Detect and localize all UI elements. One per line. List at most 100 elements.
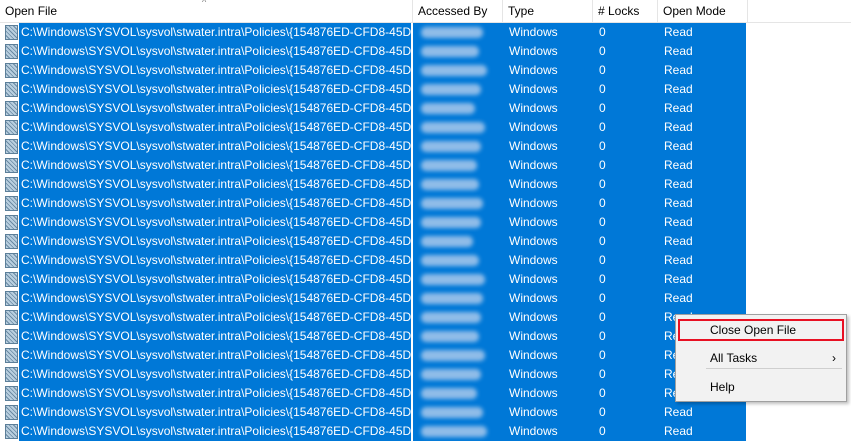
open-mode-cell: Read	[658, 61, 746, 80]
table-row[interactable]: C:\Windows\SYSVOL\sysvol\stwater.intra\P…	[0, 213, 851, 232]
file-icon	[5, 101, 18, 116]
open-file-path: C:\Windows\SYSVOL\sysvol\stwater.intra\P…	[19, 61, 411, 80]
file-icon	[5, 120, 18, 135]
file-icon	[5, 348, 18, 363]
file-icon	[5, 329, 18, 344]
table-row[interactable]: C:\Windows\SYSVOL\sysvol\stwater.intra\P…	[0, 289, 851, 308]
open-file-path: C:\Windows\SYSVOL\sysvol\stwater.intra\P…	[19, 327, 411, 346]
menu-separator	[706, 368, 842, 369]
file-icon	[5, 405, 18, 420]
table-row[interactable]: C:\Windows\SYSVOL\sysvol\stwater.intra\P…	[0, 80, 851, 99]
open-file-path: C:\Windows\SYSVOL\sysvol\stwater.intra\P…	[19, 422, 411, 441]
file-icon	[5, 253, 18, 268]
column-open-file[interactable]: Open File	[0, 0, 413, 22]
locks-cell: 0	[593, 308, 658, 327]
table-row[interactable]: C:\Windows\SYSVOL\sysvol\stwater.intra\P…	[0, 156, 851, 175]
redacted-blur	[421, 179, 479, 190]
type-cell: Windows	[503, 175, 593, 194]
open-file-path: C:\Windows\SYSVOL\sysvol\stwater.intra\P…	[19, 99, 411, 118]
open-file-path: C:\Windows\SYSVOL\sysvol\stwater.intra\P…	[19, 137, 411, 156]
menu-item-label: Help	[710, 380, 735, 394]
accessed-by-redacted	[413, 403, 503, 422]
accessed-by-redacted	[413, 232, 503, 251]
accessed-by-redacted	[413, 194, 503, 213]
all-tasks-menu-item[interactable]: All Tasks ›	[678, 347, 844, 369]
type-cell: Windows	[503, 403, 593, 422]
redacted-blur	[421, 236, 473, 247]
column-type[interactable]: Type	[503, 0, 593, 22]
locks-cell: 0	[593, 346, 658, 365]
open-file-path: C:\Windows\SYSVOL\sysvol\stwater.intra\P…	[19, 80, 411, 99]
open-mode-cell: Read	[658, 175, 746, 194]
accessed-by-redacted	[413, 327, 503, 346]
locks-cell: 0	[593, 289, 658, 308]
open-mode-cell: Read	[658, 251, 746, 270]
locks-cell: 0	[593, 23, 658, 42]
open-mode-cell: Read	[658, 232, 746, 251]
table-row[interactable]: C:\Windows\SYSVOL\sysvol\stwater.intra\P…	[0, 99, 851, 118]
accessed-by-redacted	[413, 384, 503, 403]
type-cell: Windows	[503, 118, 593, 137]
column-accessed-by[interactable]: Accessed By	[413, 0, 503, 22]
table-row[interactable]: C:\Windows\SYSVOL\sysvol\stwater.intra\P…	[0, 137, 851, 156]
open-file-path: C:\Windows\SYSVOL\sysvol\stwater.intra\P…	[19, 194, 411, 213]
accessed-by-redacted	[413, 80, 503, 99]
table-row[interactable]: C:\Windows\SYSVOL\sysvol\stwater.intra\P…	[0, 194, 851, 213]
type-cell: Windows	[503, 346, 593, 365]
type-cell: Windows	[503, 289, 593, 308]
help-menu-item[interactable]: Help	[678, 376, 844, 398]
type-cell: Windows	[503, 156, 593, 175]
file-icon	[5, 158, 18, 173]
type-cell: Windows	[503, 194, 593, 213]
redacted-blur	[421, 65, 487, 76]
open-mode-cell: Read	[658, 156, 746, 175]
open-file-path: C:\Windows\SYSVOL\sysvol\stwater.intra\P…	[19, 289, 411, 308]
file-icon	[5, 139, 18, 154]
table-row[interactable]: C:\Windows\SYSVOL\sysvol\stwater.intra\P…	[0, 118, 851, 137]
close-open-file-menu-item[interactable]: Close Open File	[678, 319, 844, 341]
type-cell: Windows	[503, 42, 593, 61]
open-file-path: C:\Windows\SYSVOL\sysvol\stwater.intra\P…	[19, 42, 411, 61]
chevron-right-icon: ›	[832, 351, 836, 365]
locks-cell: 0	[593, 270, 658, 289]
table-row[interactable]: C:\Windows\SYSVOL\sysvol\stwater.intra\P…	[0, 23, 851, 42]
table-row[interactable]: C:\Windows\SYSVOL\sysvol\stwater.intra\P…	[0, 232, 851, 251]
table-row[interactable]: C:\Windows\SYSVOL\sysvol\stwater.intra\P…	[0, 403, 851, 422]
open-mode-cell: Read	[658, 422, 746, 441]
locks-cell: 0	[593, 194, 658, 213]
locks-cell: 0	[593, 156, 658, 175]
locks-cell: 0	[593, 99, 658, 118]
menu-item-label: All Tasks	[710, 351, 758, 365]
locks-cell: 0	[593, 80, 658, 99]
open-mode-cell: Read	[658, 80, 746, 99]
locks-cell: 0	[593, 384, 658, 403]
open-mode-cell: Read	[658, 403, 746, 422]
redacted-blur	[421, 103, 475, 114]
open-file-path: C:\Windows\SYSVOL\sysvol\stwater.intra\P…	[19, 251, 411, 270]
accessed-by-redacted	[413, 346, 503, 365]
table-row[interactable]: C:\Windows\SYSVOL\sysvol\stwater.intra\P…	[0, 61, 851, 80]
table-row[interactable]: C:\Windows\SYSVOL\sysvol\stwater.intra\P…	[0, 175, 851, 194]
locks-cell: 0	[593, 213, 658, 232]
table-row[interactable]: C:\Windows\SYSVOL\sysvol\stwater.intra\P…	[0, 42, 851, 61]
accessed-by-redacted	[413, 270, 503, 289]
file-icon	[5, 386, 18, 401]
file-icon	[5, 177, 18, 192]
table-row[interactable]: C:\Windows\SYSVOL\sysvol\stwater.intra\P…	[0, 270, 851, 289]
file-icon	[5, 424, 18, 439]
table-row[interactable]: C:\Windows\SYSVOL\sysvol\stwater.intra\P…	[0, 422, 851, 441]
locks-cell: 0	[593, 137, 658, 156]
file-icon	[5, 234, 18, 249]
type-cell: Windows	[503, 365, 593, 384]
open-mode-cell: Read	[658, 118, 746, 137]
type-cell: Windows	[503, 213, 593, 232]
table-row[interactable]: C:\Windows\SYSVOL\sysvol\stwater.intra\P…	[0, 251, 851, 270]
locks-cell: 0	[593, 61, 658, 80]
type-cell: Windows	[503, 232, 593, 251]
locks-cell: 0	[593, 365, 658, 384]
type-cell: Windows	[503, 23, 593, 42]
column-open-mode[interactable]: Open Mode	[658, 0, 748, 22]
open-file-path: C:\Windows\SYSVOL\sysvol\stwater.intra\P…	[19, 156, 411, 175]
type-cell: Windows	[503, 422, 593, 441]
column-locks[interactable]: # Locks	[593, 0, 658, 22]
